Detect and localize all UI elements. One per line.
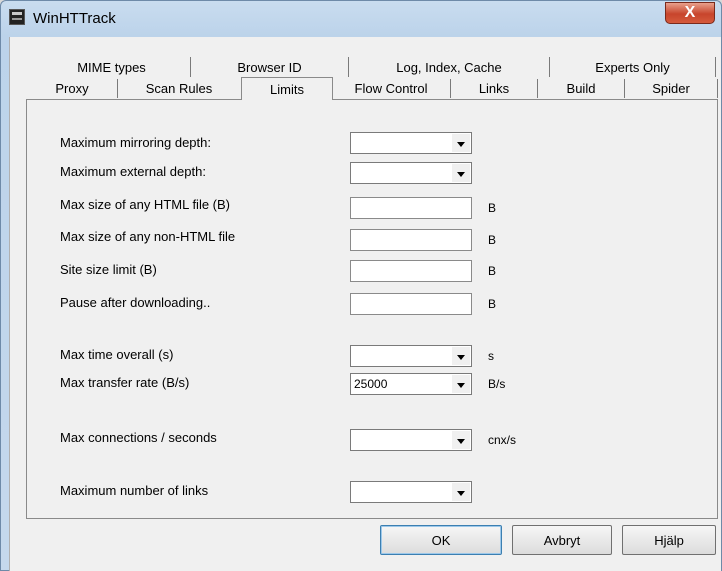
tab-label: MIME types bbox=[77, 59, 146, 75]
tab-mime-types[interactable]: MIME types bbox=[33, 57, 191, 77]
label-max-size-html: Max size of any HTML file (B) bbox=[60, 197, 231, 212]
label-pause-after-downloading: Pause after downloading.. bbox=[60, 295, 211, 310]
unit-label: B bbox=[488, 201, 497, 215]
site-size-limit-input[interactable] bbox=[350, 260, 472, 282]
max-connections-combo[interactable] bbox=[350, 429, 472, 451]
window-title: WinHTTrack bbox=[33, 10, 116, 27]
max-number-of-links-combo[interactable] bbox=[350, 481, 472, 503]
chevron-down-icon[interactable] bbox=[452, 164, 470, 182]
max-size-non-html-input[interactable] bbox=[350, 229, 472, 251]
label-max-time-overall: Max time overall (s) bbox=[60, 347, 174, 362]
chevron-down-icon[interactable] bbox=[452, 134, 470, 152]
max-size-html-input[interactable] bbox=[350, 197, 472, 219]
label-max-mirroring-depth: Maximum mirroring depth: bbox=[60, 135, 211, 150]
app-icon bbox=[9, 9, 25, 25]
cancel-button[interactable]: Avbryt bbox=[512, 525, 612, 555]
chevron-down-icon[interactable] bbox=[452, 347, 470, 365]
unit-label: cnx/s bbox=[488, 433, 517, 447]
tab-label: Experts Only bbox=[595, 59, 670, 75]
tab-log-index-cache[interactable]: Log, Index, Cache bbox=[349, 57, 550, 77]
unit-label: B/s bbox=[488, 377, 506, 391]
tab-label: Browser ID bbox=[237, 59, 302, 75]
unit-label: B bbox=[488, 297, 497, 311]
max-mirroring-depth-combo[interactable] bbox=[350, 132, 472, 154]
tab-label: Scan Rules bbox=[145, 81, 213, 96]
title-bar: WinHTTrack X bbox=[1, 1, 721, 37]
tab-label: Proxy bbox=[55, 81, 89, 96]
tab-label: Log, Index, Cache bbox=[396, 59, 502, 75]
max-time-overall-combo[interactable] bbox=[350, 345, 472, 367]
label-max-number-of-links: Maximum number of links bbox=[60, 483, 209, 498]
label-max-size-non-html: Max size of any non-HTML file bbox=[60, 229, 236, 244]
combo-value: 25000 bbox=[354, 377, 388, 391]
chevron-down-icon[interactable] bbox=[452, 431, 470, 449]
close-icon: X bbox=[684, 4, 696, 21]
tab-label: Links bbox=[478, 81, 510, 96]
tab-links[interactable]: Links bbox=[451, 79, 538, 98]
tab-label: Limits bbox=[270, 81, 304, 97]
tab-flow-control[interactable]: Flow Control bbox=[332, 79, 451, 98]
tab-experts-only[interactable]: Experts Only bbox=[550, 57, 716, 77]
unit-label: s bbox=[488, 349, 494, 363]
max-external-depth-combo[interactable] bbox=[350, 162, 472, 184]
ok-button[interactable]: OK bbox=[380, 525, 502, 555]
unit-label: B bbox=[488, 233, 497, 247]
tab-build[interactable]: Build bbox=[538, 79, 625, 98]
tab-proxy[interactable]: Proxy bbox=[27, 79, 118, 98]
chevron-down-icon[interactable] bbox=[452, 375, 470, 393]
label-site-size-limit: Site size limit (B) bbox=[60, 262, 157, 277]
label-max-transfer-rate: Max transfer rate (B/s) bbox=[60, 375, 190, 390]
max-transfer-rate-combo[interactable]: 25000 bbox=[350, 373, 472, 395]
tab-spider[interactable]: Spider bbox=[625, 79, 718, 98]
help-button[interactable]: Hjälp bbox=[622, 525, 716, 555]
dialog-client-area: MIME types Browser ID Log, Index, Cache … bbox=[9, 37, 721, 571]
tab-browser-id[interactable]: Browser ID bbox=[191, 57, 349, 77]
pause-after-downloading-input[interactable] bbox=[350, 293, 472, 315]
tab-label: Flow Control bbox=[354, 81, 428, 96]
winhttrack-window: WinHTTrack X MIME types Browser ID Log, … bbox=[0, 0, 722, 571]
tab-limits[interactable]: Limits bbox=[241, 77, 333, 100]
tab-label: Build bbox=[566, 81, 596, 96]
label-max-connections: Max connections / seconds bbox=[60, 430, 217, 445]
unit-label: B bbox=[488, 264, 497, 278]
chevron-down-icon[interactable] bbox=[452, 483, 470, 501]
tab-label: Spider bbox=[652, 81, 690, 96]
tab-scan-rules[interactable]: Scan Rules bbox=[118, 79, 240, 98]
close-button[interactable]: X bbox=[665, 2, 715, 24]
label-max-external-depth: Maximum external depth: bbox=[60, 164, 206, 179]
